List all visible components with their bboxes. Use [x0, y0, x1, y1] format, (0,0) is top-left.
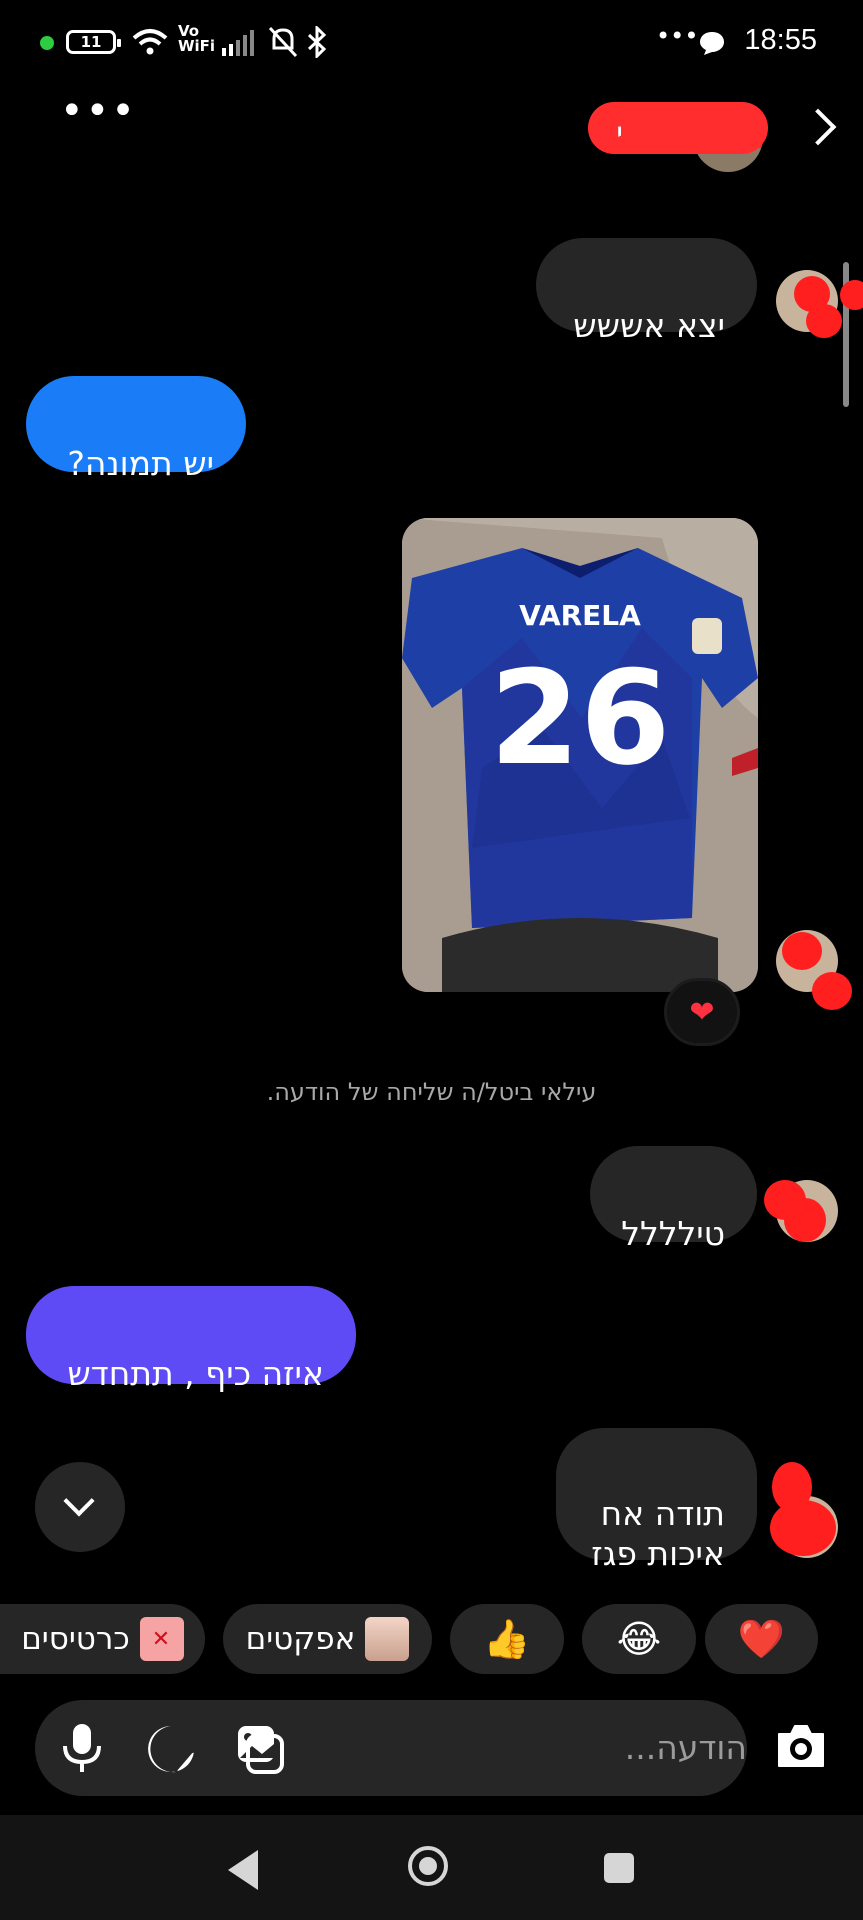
wifi-icon: [132, 29, 168, 55]
message-text: תודה אח איכות פגז: [591, 1494, 725, 1573]
scroll-to-bottom-button[interactable]: [35, 1462, 125, 1552]
message-bubble-incoming[interactable]: תודה אח איכות פגז: [556, 1428, 757, 1573]
camera-icon[interactable]: [775, 1722, 827, 1770]
message-bubble-outgoing[interactable]: יש תמונה?: [26, 376, 246, 483]
effects-label: אפקטים: [245, 1621, 356, 1657]
effects-button[interactable]: אפקטים: [223, 1604, 432, 1674]
message-text: יצא אששש: [573, 306, 725, 345]
message-text: טילללל: [621, 1214, 725, 1253]
quick-reaction-thumbs-up[interactable]: 👍: [450, 1604, 564, 1674]
jersey-number: 26: [490, 642, 671, 794]
thumbs-up-emoji-icon: 👍: [483, 1616, 531, 1661]
bluetooth-icon: [307, 26, 327, 58]
message-bubble-incoming[interactable]: יצא אששש: [536, 238, 757, 345]
back-button[interactable]: [799, 108, 837, 146]
message-text: יש תמונה?: [67, 444, 214, 483]
message-text: איזה כיף , תתחדש: [67, 1354, 324, 1393]
sender-avatar: [776, 930, 852, 1010]
jersey-photo: VARELA 26: [402, 518, 758, 992]
heart-icon: ❤: [689, 994, 715, 1030]
active-indicator-dot: [40, 36, 54, 50]
sticker-icon[interactable]: [146, 1724, 196, 1774]
laugh-emoji-icon: 😂: [616, 1617, 662, 1661]
gift-card-icon: ✕: [139, 1617, 184, 1661]
sender-avatar: [770, 1462, 838, 1558]
mute-icon: [268, 26, 298, 58]
jersey-name: VARELA: [519, 599, 641, 632]
contact-name-redacted[interactable]: [588, 102, 768, 154]
message-bubble-incoming[interactable]: טילללל: [590, 1146, 757, 1253]
vowifi-label: Vo WiFi: [178, 22, 216, 55]
gallery-icon[interactable]: [234, 1724, 284, 1774]
effects-thumbnail: [365, 1617, 410, 1661]
cards-button[interactable]: ✕ כרטיסים: [0, 1604, 205, 1674]
chat-icon: [700, 32, 724, 55]
sender-avatar: [764, 1180, 838, 1242]
system-message: עילאי ביטל/ה שליחה של הודעה.: [266, 1078, 597, 1106]
cards-label: כרטיסים: [21, 1621, 130, 1657]
microphone-icon[interactable]: [60, 1722, 104, 1776]
more-notifications: •••: [656, 22, 699, 50]
signal-icon: [222, 30, 254, 56]
status-bar: 11 Vo WiFi ••• 18:55: [0, 0, 863, 90]
quick-reaction-laugh[interactable]: 😂: [582, 1604, 696, 1674]
status-time: 18:55: [744, 24, 817, 56]
more-options-button[interactable]: •••: [60, 88, 137, 134]
heart-emoji-icon: ❤️: [737, 1616, 786, 1661]
contact-name-char: י: [616, 116, 623, 151]
nav-home-icon[interactable]: [408, 1846, 448, 1886]
message-bubble-outgoing[interactable]: איזה כיף , תתחדש: [26, 1286, 356, 1393]
nav-recents-icon[interactable]: [604, 1853, 634, 1883]
photo-message[interactable]: VARELA 26: [402, 518, 758, 992]
battery-icon: 11: [66, 30, 121, 54]
message-input[interactable]: הודעה...: [625, 1728, 747, 1767]
sender-avatar: [776, 270, 863, 338]
nav-back-icon[interactable]: [228, 1850, 258, 1890]
quick-reaction-heart[interactable]: ❤️: [705, 1604, 818, 1674]
heart-reaction[interactable]: ❤: [664, 978, 740, 1046]
